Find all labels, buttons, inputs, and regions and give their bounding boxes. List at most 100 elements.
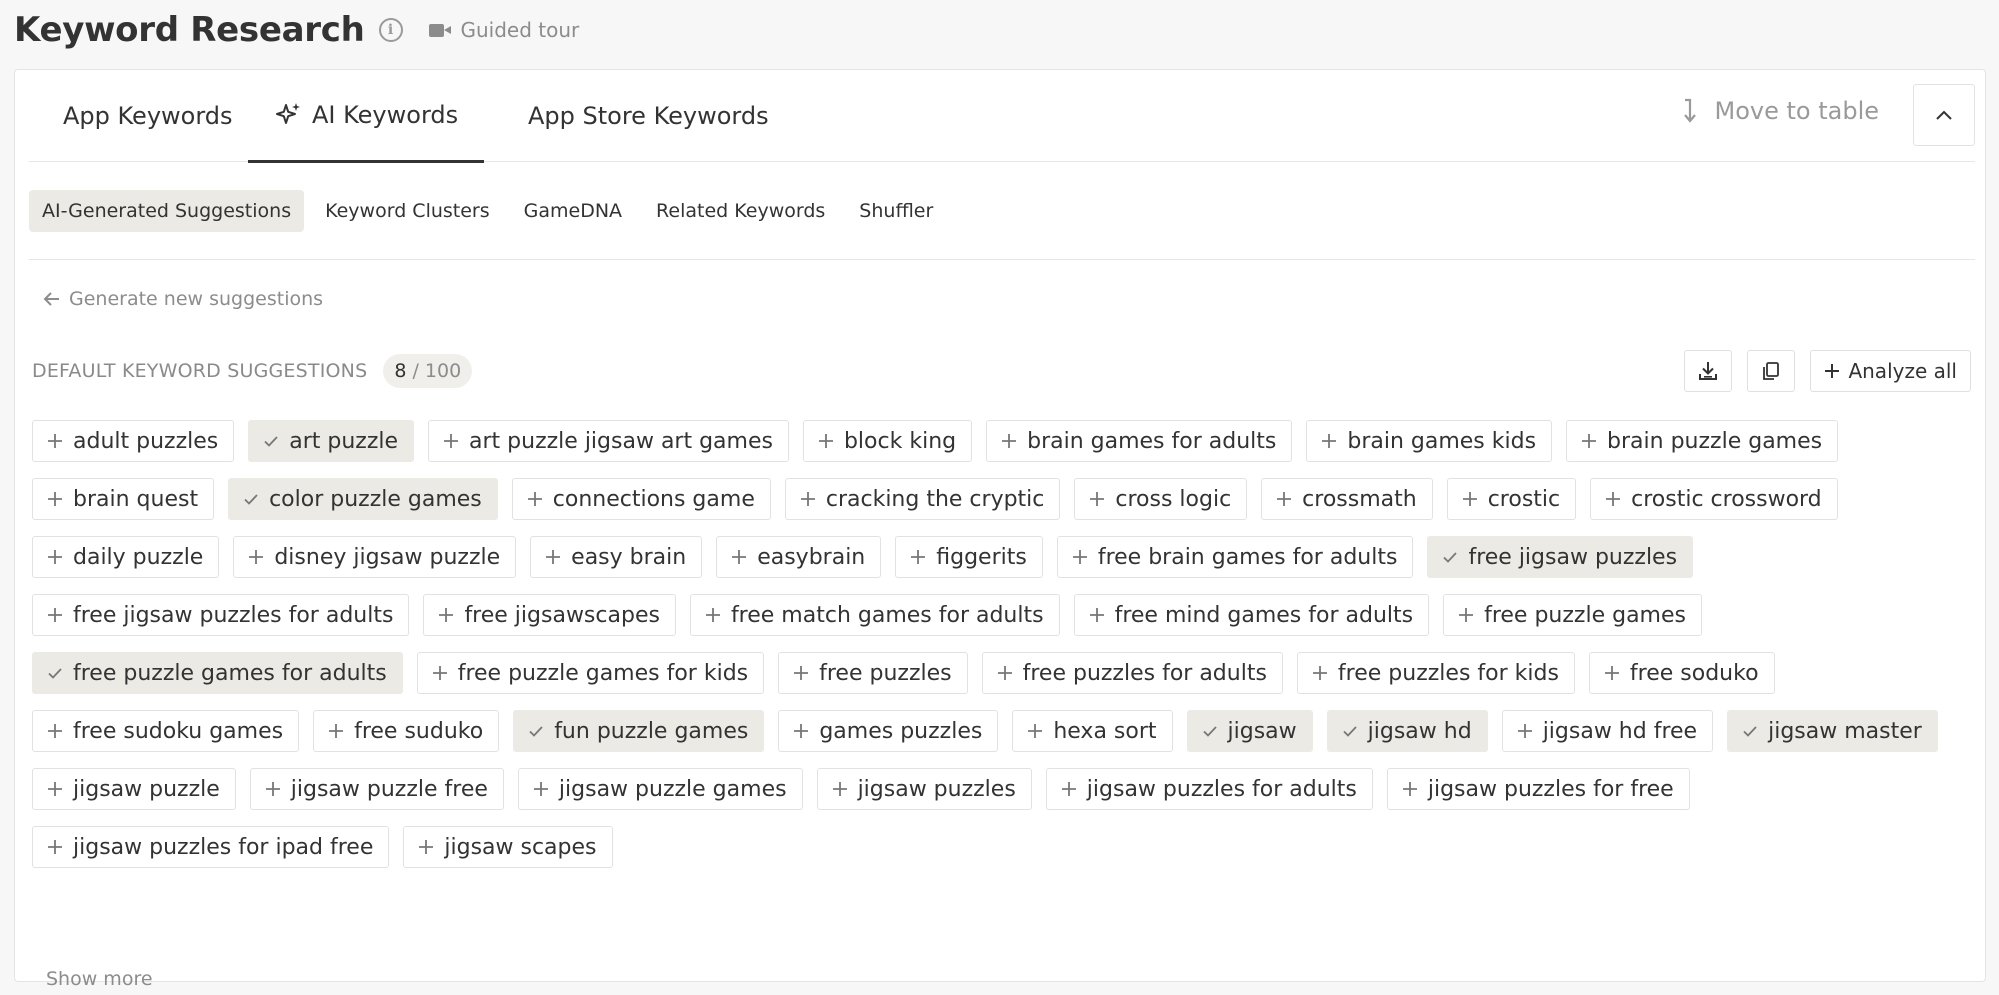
plus-icon <box>419 840 434 854</box>
plus-icon <box>1322 434 1337 448</box>
subtab-gamedna[interactable]: GameDNA <box>511 190 635 232</box>
keyword-label: free jigsawscapes <box>464 602 660 628</box>
keyword-label: jigsaw scapes <box>444 834 597 860</box>
move-to-table-button[interactable]: Move to table <box>1681 70 1879 152</box>
keyword-chip[interactable]: jigsaw puzzles for free <box>1386 768 1690 810</box>
keyword-chip[interactable]: jigsaw puzzles for adults <box>1045 768 1373 810</box>
info-icon[interactable]: i <box>378 18 403 42</box>
keyword-label: jigsaw hd free <box>1542 718 1698 744</box>
generate-new-suggestions-link[interactable]: Generate new suggestions <box>43 288 323 310</box>
keyword-label: free puzzle games for adults <box>73 660 387 686</box>
tab-ai-keywords[interactable]: AI Keywords <box>248 70 485 163</box>
keyword-label: art puzzle jigsaw art games <box>469 428 773 454</box>
keyword-chip[interactable]: jigsaw master <box>1727 710 1938 752</box>
plus-icon <box>444 434 459 448</box>
tab-app-store-keywords[interactable]: App Store Keywords <box>502 70 795 162</box>
keyword-label: free brain games for adults <box>1097 544 1398 570</box>
keyword-label: jigsaw puzzle <box>73 776 220 802</box>
keyword-chip[interactable]: brain quest <box>32 478 215 520</box>
keyword-chip[interactable]: free brain games for adults <box>1056 536 1414 578</box>
plus-icon <box>439 608 454 622</box>
keyword-chip[interactable]: free soduko <box>1588 652 1775 694</box>
keyword-chip[interactable]: art puzzle <box>248 420 415 462</box>
selected-count: 8 <box>394 360 407 382</box>
keyword-chip[interactable]: hexa sort <box>1012 710 1173 752</box>
download-button[interactable] <box>1684 350 1733 392</box>
keyword-chip[interactable]: fun puzzle games <box>513 710 765 752</box>
keyword-chip[interactable]: easybrain <box>716 536 882 578</box>
copy-button[interactable] <box>1747 350 1796 392</box>
subtab-shuffler[interactable]: Shuffler <box>846 190 946 232</box>
keyword-chip[interactable]: free puzzle games <box>1443 594 1702 636</box>
keyword-chip[interactable]: brain games for adults <box>986 420 1293 462</box>
keyword-chip[interactable]: figgerits <box>895 536 1043 578</box>
check-icon <box>1443 552 1458 563</box>
keyword-chip[interactable]: jigsaw puzzle free <box>249 768 504 810</box>
keyword-chip[interactable]: crostic <box>1446 478 1577 520</box>
plus-icon <box>832 782 847 796</box>
subtab-ai-generated-suggestions[interactable]: AI-Generated Suggestions <box>29 190 305 232</box>
plus-icon <box>818 434 833 448</box>
keyword-chip[interactable]: free jigsaw puzzles <box>1427 536 1694 578</box>
plus-icon <box>794 666 809 680</box>
plus-icon <box>1312 666 1327 680</box>
analyze-all-button[interactable]: Analyze all <box>1810 350 1971 392</box>
keyword-chip[interactable]: jigsaw puzzles for ipad free <box>32 826 390 868</box>
keyword-chip[interactable]: jigsaw hd free <box>1501 710 1714 752</box>
keyword-chip[interactable]: crostic crossword <box>1590 478 1838 520</box>
keyword-label: block king <box>843 428 957 454</box>
keyword-chip[interactable]: art puzzle jigsaw art games <box>428 420 789 462</box>
plus-icon <box>1582 434 1597 448</box>
subtab-related-keywords[interactable]: Related Keywords <box>643 190 838 232</box>
keyword-chip[interactable]: cracking the cryptic <box>784 478 1061 520</box>
keyword-label: cracking the cryptic <box>825 486 1045 512</box>
check-icon <box>529 726 543 737</box>
keyword-chip[interactable]: jigsaw puzzle games <box>517 768 803 810</box>
keyword-chip[interactable]: free match games for adults <box>689 594 1060 636</box>
keyword-chip[interactable]: free jigsaw puzzles for adults <box>32 594 410 636</box>
keyword-label: free jigsaw puzzles <box>1468 544 1678 570</box>
keyword-chip[interactable]: brain puzzle games <box>1566 420 1839 462</box>
keyword-chip[interactable]: free suduko <box>313 710 500 752</box>
keyword-label: games puzzles <box>819 718 983 744</box>
keyword-chip[interactable]: block king <box>802 420 973 462</box>
subtab-keyword-clusters[interactable]: Keyword Clusters <box>312 190 503 232</box>
keyword-chip[interactable]: jigsaw puzzle <box>32 768 236 810</box>
keyword-chip[interactable]: free jigsawscapes <box>423 594 676 636</box>
video-camera-icon <box>428 22 453 38</box>
generate-new-label: Generate new suggestions <box>69 288 324 310</box>
keyword-chip[interactable]: disney jigsaw puzzle <box>233 536 517 578</box>
keyword-chip[interactable]: connections game <box>511 478 771 520</box>
keyword-chip[interactable]: jigsaw <box>1186 710 1313 752</box>
keyword-chip[interactable]: free sudoku games <box>32 710 300 752</box>
keyword-chip[interactable]: free mind games for adults <box>1073 594 1430 636</box>
keyword-chip[interactable]: crossmath <box>1261 478 1433 520</box>
keyword-chip[interactable]: games puzzles <box>778 710 999 752</box>
keyword-chip[interactable]: free puzzles for adults <box>981 652 1283 694</box>
keyword-chip[interactable]: free puzzles for kids <box>1296 652 1575 694</box>
keyword-chip[interactable]: free puzzle games for adults <box>32 652 403 694</box>
keyword-chip[interactable]: jigsaw scapes <box>403 826 613 868</box>
page-title: Keyword Research <box>14 10 365 50</box>
keyword-label: brain puzzle games <box>1607 428 1823 454</box>
keyword-chip[interactable]: jigsaw puzzles <box>816 768 1032 810</box>
keyword-chip[interactable]: cross logic <box>1074 478 1248 520</box>
tab-app-keywords[interactable]: App Keywords <box>37 70 259 162</box>
keyword-label: jigsaw <box>1227 718 1297 744</box>
keyword-chip[interactable]: color puzzle games <box>228 478 498 520</box>
check-icon <box>1343 726 1357 737</box>
keyword-chip[interactable]: daily puzzle <box>32 536 220 578</box>
plus-icon <box>1090 492 1105 506</box>
keyword-chip[interactable]: adult puzzles <box>32 420 235 462</box>
keyword-chip[interactable]: easy brain <box>530 536 703 578</box>
keyword-chip[interactable]: free puzzle games for kids <box>416 652 765 694</box>
collapse-button[interactable] <box>1913 84 1975 146</box>
keyword-chip[interactable]: free puzzles <box>778 652 968 694</box>
guided-tour-link[interactable]: Guided tour <box>428 18 579 42</box>
keyword-label: free puzzles for adults <box>1022 660 1267 686</box>
keyword-chip[interactable]: brain games kids <box>1306 420 1553 462</box>
page-header: Keyword Research i Guided tour <box>14 8 579 52</box>
show-more-link[interactable]: Show more <box>46 968 153 990</box>
keyword-chip[interactable]: jigsaw hd <box>1326 710 1488 752</box>
keyword-label: free puzzles for kids <box>1337 660 1559 686</box>
